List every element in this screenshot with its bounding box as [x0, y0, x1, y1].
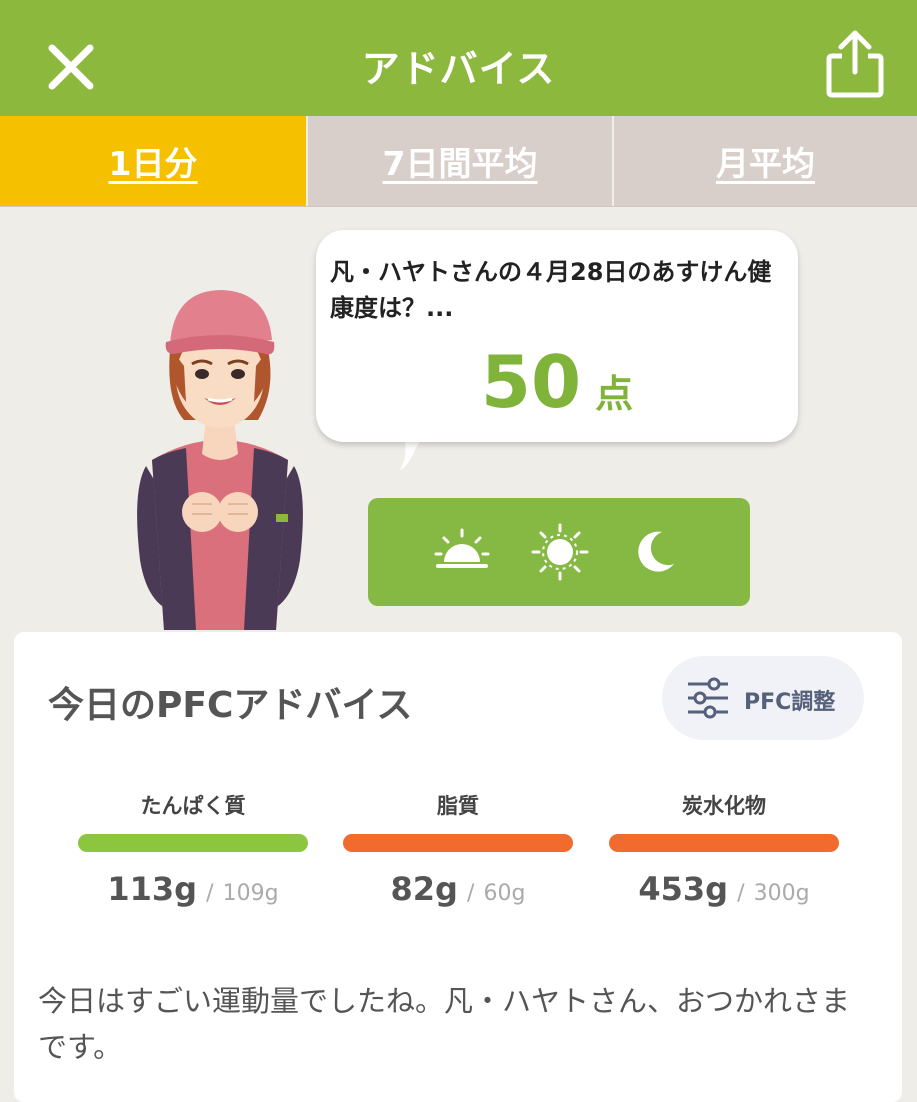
advisor-character-illustration	[137, 290, 303, 630]
nutrient-separator: /	[467, 881, 475, 906]
page-title: アドバイス	[361, 47, 556, 91]
nutrient-actual: 82g	[390, 870, 458, 908]
moon-icon[interactable]	[626, 522, 686, 582]
tab-daily[interactable]: 1日分	[0, 116, 306, 206]
nutrient-name: 脂質	[437, 794, 479, 818]
health-score-value: 50	[480, 340, 582, 424]
nutrient-fat: 脂質 82g / 60g	[343, 790, 573, 908]
nutrient-name: たんぱく質	[140, 794, 246, 818]
nutrient-carbohydrate: 炭水化物 453g / 300g	[609, 790, 839, 908]
nutrient-bar	[78, 834, 308, 852]
period-tabs: 1日分 7日間平均 月平均	[0, 116, 917, 207]
health-score-message: 凡・ハヤトさんの４月28日のあすけん健康度は？...	[330, 258, 772, 322]
share-icon	[826, 30, 884, 98]
share-button[interactable]	[822, 28, 888, 100]
nutrient-actual: 453g	[638, 870, 729, 908]
pfc-adjust-button[interactable]: PFC調整	[662, 656, 864, 740]
sunrise-icon[interactable]	[432, 522, 492, 582]
health-score: 50 点	[316, 342, 798, 422]
health-score-unit: 点	[595, 372, 634, 416]
nutrient-target: 300g	[753, 881, 810, 906]
health-score-bubble: 凡・ハヤトさんの４月28日のあすけん健康度は？... 50 点	[316, 230, 798, 442]
nutrient-target: 109g	[222, 881, 279, 906]
nutrient-bar	[609, 834, 839, 852]
nutrient-bar	[343, 834, 573, 852]
advice-text: 今日はすごい運動量でしたね。凡・ハヤトさん、おつかれさまです。	[38, 984, 851, 1064]
pfc-advice-card: 今日のPFCアドバイス PFC調整 たんぱく質 113g / 109g 脂質 8…	[14, 632, 902, 1102]
sun-icon[interactable]	[530, 522, 590, 582]
tab-monthly-average[interactable]: 月平均	[612, 116, 917, 206]
pfc-advice-title: 今日のPFCアドバイス	[48, 685, 413, 726]
nutrient-actual: 113g	[107, 870, 198, 908]
sliders-icon	[688, 677, 728, 719]
nutrient-separator: /	[206, 881, 214, 906]
nutrient-separator: /	[737, 881, 745, 906]
nutrient-name: 炭水化物	[682, 794, 766, 818]
tab-7day-average[interactable]: 7日間平均	[306, 116, 612, 206]
app-header: アドバイス	[0, 0, 917, 116]
meal-selector	[368, 498, 750, 606]
pfc-adjust-label: PFC調整	[744, 690, 836, 715]
nutrient-protein: たんぱく質 113g / 109g	[78, 790, 308, 908]
nutrient-target: 60g	[483, 881, 526, 906]
